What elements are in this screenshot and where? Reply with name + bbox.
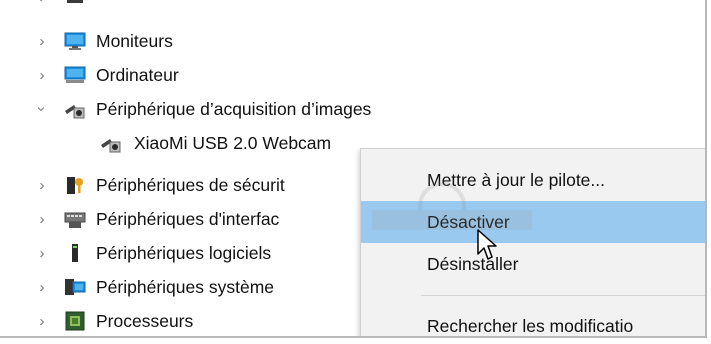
tree-item-label: Ordinateur xyxy=(96,65,179,85)
chevron-right-icon[interactable]: › xyxy=(34,211,50,227)
tree-item-monitors[interactable]: › Moniteurs xyxy=(34,26,334,56)
menu-separator xyxy=(421,295,705,296)
tree-item-imaging-devices[interactable]: › Périphérique d’acquisition d’images xyxy=(34,94,534,124)
context-menu: Mettre à jour le pilote... Désactiver Dé… xyxy=(360,148,705,336)
monitor-icon xyxy=(64,32,86,50)
tree-item-processors[interactable]: › Processeurs xyxy=(34,306,364,336)
menu-item-scan-hardware-changes[interactable]: Rechercher les modificatio xyxy=(361,305,705,336)
menu-item-update-driver[interactable]: Mettre à jour le pilote... xyxy=(361,159,705,201)
tree-item-label: Processeurs xyxy=(96,311,194,331)
computer-icon xyxy=(64,66,86,83)
security-device-icon xyxy=(67,177,83,194)
tree-item-label: XiaoMi USB 2.0 Webcam xyxy=(134,133,332,153)
chevron-right-icon[interactable]: › xyxy=(34,279,50,295)
tree-item-security-devices[interactable]: › Périphériques de sécurit xyxy=(34,170,364,200)
hid-device-icon xyxy=(64,212,86,228)
tree-item-label: Périphériques de sécurit xyxy=(96,175,285,195)
software-device-icon xyxy=(72,244,78,262)
tree-item-computer[interactable]: › Ordinateur xyxy=(34,60,334,90)
chevron-down-icon[interactable]: › xyxy=(34,101,51,117)
chevron-right-icon[interactable]: › xyxy=(34,313,50,329)
mouse-cursor-icon xyxy=(477,229,497,260)
tree-item-hid-devices[interactable]: › Périphériques d'interfac xyxy=(34,204,364,234)
webcam-icon xyxy=(65,105,85,119)
menu-item-uninstall[interactable]: Désinstaller xyxy=(361,243,705,285)
printer-icon xyxy=(67,0,83,3)
chevron-right-icon[interactable]: › xyxy=(34,245,50,261)
chevron-right-icon[interactable]: › xyxy=(34,177,50,193)
menu-item-label: Mettre à jour le pilote... xyxy=(427,169,605,190)
tree-item-label: Moniteurs xyxy=(96,31,173,51)
processor-icon xyxy=(65,311,85,331)
tree-item-printers[interactable]: › xyxy=(34,0,334,12)
menu-item-disable[interactable]: Désactiver xyxy=(361,201,705,243)
tree-item-label: Périphériques logiciels xyxy=(96,243,272,263)
tree-item-system-devices[interactable]: › Périphériques système xyxy=(34,272,364,302)
webcam-icon xyxy=(101,139,121,153)
tree-item-label: Périphérique d’acquisition d’images xyxy=(96,99,372,119)
menu-item-label: Désinstaller xyxy=(427,253,519,274)
system-device-icon xyxy=(65,279,86,295)
tree-item-label: Périphériques d'interfac xyxy=(96,209,280,229)
tree-item-software-devices[interactable]: › Périphériques logiciels xyxy=(34,238,364,268)
menu-item-label: Rechercher les modificatio xyxy=(427,315,634,336)
chevron-right-icon[interactable]: › xyxy=(34,0,50,5)
chevron-right-icon[interactable]: › xyxy=(34,33,50,49)
tree-item-label: Périphériques système xyxy=(96,277,274,297)
chevron-right-icon[interactable]: › xyxy=(34,67,50,83)
device-manager-tree: › › Moniteurs › Ordinateur › xyxy=(0,0,707,338)
